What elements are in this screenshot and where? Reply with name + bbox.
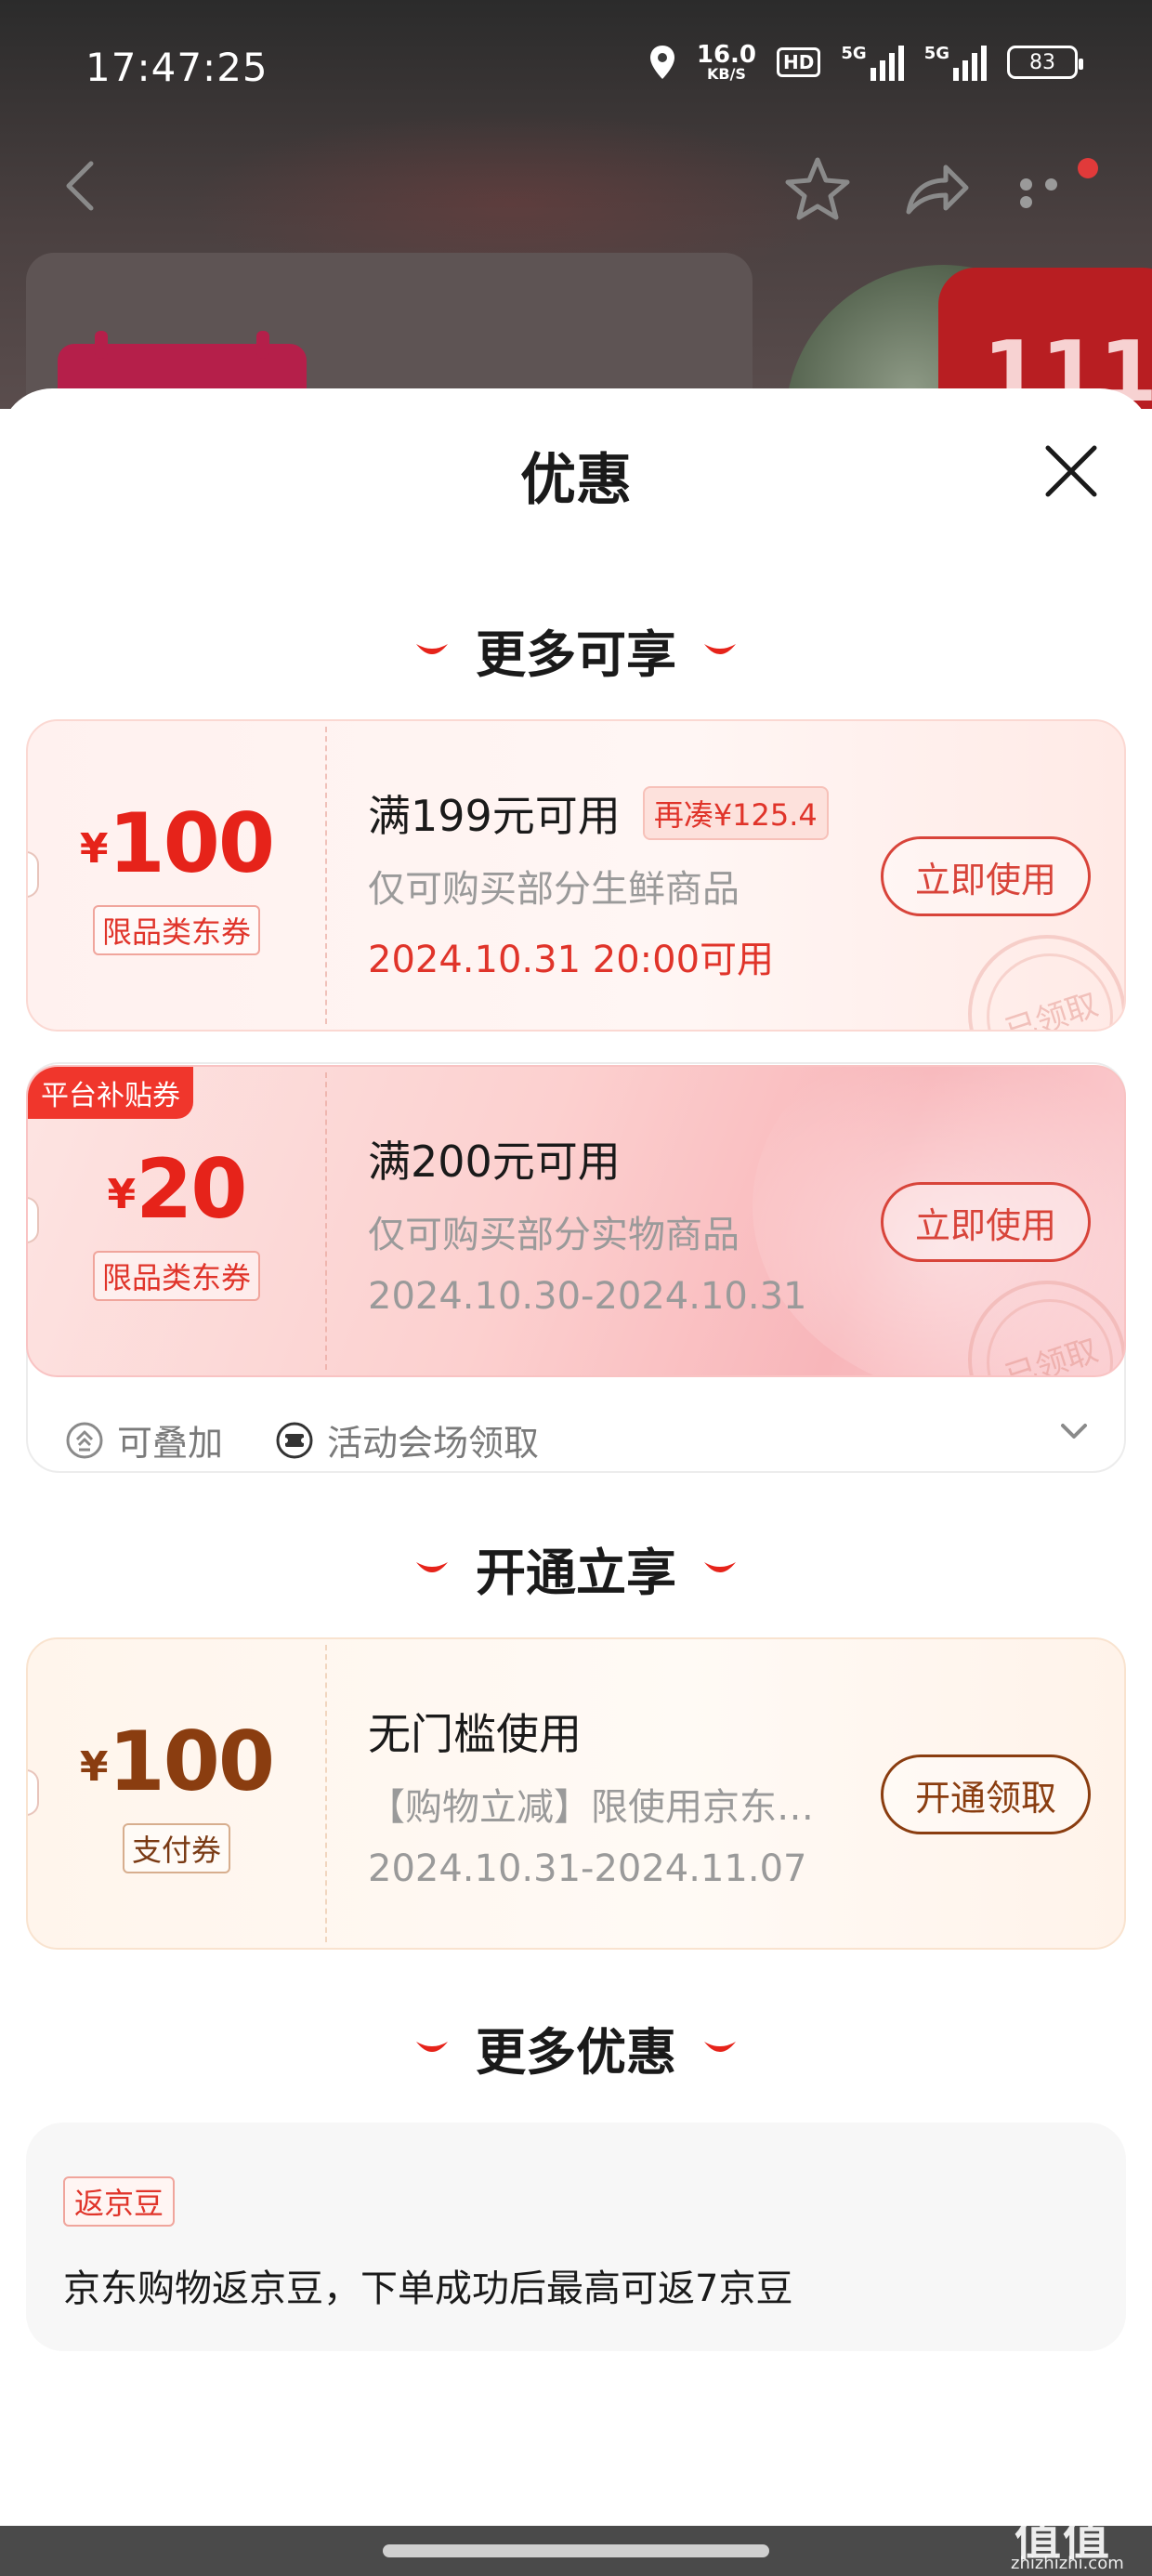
smile-arc-icon: [416, 1561, 448, 1572]
network-speed: 16.0 KB/S: [696, 41, 757, 83]
stackable-label: 可叠加: [117, 1423, 224, 1464]
status-bar: 17:47:25 16.0 KB/S HD 5G 5G 83: [0, 0, 1152, 130]
coupon-card: ¥100 支付券 无门槛使用 【购物立减】限使用京东… 2024.10.31-2…: [26, 1637, 1126, 1950]
platform-subsidy-tag: 平台补贴券: [28, 1067, 193, 1119]
product-nav-bar: [0, 139, 1152, 232]
status-time: 17:47:25: [85, 45, 268, 90]
stack-info-row: 可叠加 活动会场领取: [65, 1414, 539, 1465]
favorite-star-icon[interactable]: [782, 154, 853, 225]
notification-dot: [1078, 158, 1098, 178]
coupon-divider: [325, 1645, 327, 1942]
section-title: 更多优惠: [476, 2023, 676, 2082]
coupon-card: 平台补贴券 ¥20 限品类东券 满200元可用 仅可购买部分实物商品 2024.…: [26, 1065, 1126, 1377]
more-dots-icon[interactable]: [1020, 177, 1094, 208]
claimed-stamp: 已领取: [968, 935, 1124, 1030]
smile-arc-icon: [416, 2041, 448, 2052]
smile-arc-icon: [704, 2041, 736, 2052]
jd-bean-tag: 返京豆: [63, 2176, 176, 2227]
smile-arc-icon: [416, 643, 448, 654]
coupon-description: 【购物立减】限使用京东…: [368, 1786, 814, 1829]
section-title: 更多可享: [476, 625, 676, 684]
chevron-down-icon[interactable]: [1055, 1420, 1093, 1442]
section-more-discounts: 更多优惠: [0, 2011, 1152, 2084]
jd-bean-text: 京东购物返京豆，下单成功后最高可返7京豆: [63, 2267, 793, 2310]
signal-5g-icon: 5G: [924, 44, 987, 81]
coupon-amount: ¥100: [79, 795, 275, 891]
discount-sheet: 优惠 更多可享 ¥100 限品类东券 满199元可用 再凑¥125.4 仅可购买部…: [0, 388, 1152, 2576]
coupon-description: 仅可购买部分实物商品: [368, 1214, 740, 1256]
coupon-type-tag: 支付券: [28, 1823, 325, 1873]
smile-arc-icon: [704, 643, 736, 654]
claim-at-venue-label: 活动会场领取: [327, 1423, 540, 1464]
status-indicators: 16.0 KB/S HD 5G 5G 83: [648, 41, 1083, 83]
badge-hook: [256, 331, 269, 359]
smile-arc-icon: [704, 1561, 736, 1572]
coupon-date: 2024.10.31 20:00可用: [368, 939, 775, 981]
coupon-type-tag: 限品类东券: [28, 905, 325, 955]
coupon-extra-badge: 再凑¥125.4: [642, 786, 829, 840]
badge-hook: [95, 331, 108, 359]
battery-icon: 83: [1007, 46, 1083, 79]
use-now-button[interactable]: 立即使用: [881, 836, 1091, 916]
section-more-available: 更多可享: [0, 613, 1152, 687]
coupon-title: 满199元可用 再凑¥125.4: [368, 782, 829, 844]
coupon-date: 2024.10.30-2024.10.31: [368, 1275, 807, 1318]
hd-voice-icon: HD: [777, 47, 821, 77]
coupon-card: ¥100 限品类东券 满199元可用 再凑¥125.4 仅可购买部分生鲜商品 20…: [26, 719, 1126, 1032]
home-indicator[interactable]: [383, 2544, 769, 2557]
back-icon[interactable]: [58, 158, 104, 214]
coupon-divider: [325, 1072, 327, 1370]
backdrop-product-page: 111 17:47:25 16.0 KB/S HD 5G 5G 83: [0, 0, 1152, 409]
sheet-title: 优惠: [520, 448, 632, 513]
signal-5g-icon: 5G: [841, 44, 904, 81]
coupon-title: 满200元可用: [368, 1137, 621, 1187]
coupon-date: 2024.10.31-2024.11.07: [368, 1847, 807, 1890]
share-icon[interactable]: [901, 156, 972, 221]
section-open-enjoy: 开通立享: [0, 1531, 1152, 1605]
ticket-icon: [276, 1422, 313, 1458]
coupon-amount: ¥20: [107, 1141, 247, 1237]
coupon-type-tag: 限品类东券: [28, 1251, 325, 1301]
jd-bean-card: 返京豆 京东购物返京豆，下单成功后最高可返7京豆: [26, 2123, 1126, 2351]
watermark-url: zhizhizhi.com: [1011, 2554, 1124, 2573]
location-icon: [649, 46, 674, 79]
stack-icon: [66, 1422, 103, 1458]
section-title: 开通立享: [476, 1544, 676, 1602]
coupon-divider: [325, 727, 327, 1024]
coupon-title: 无门槛使用: [368, 1709, 582, 1759]
close-icon[interactable]: [1039, 439, 1104, 504]
use-now-button[interactable]: 立即使用: [881, 1182, 1091, 1262]
open-and-claim-button[interactable]: 开通领取: [881, 1755, 1091, 1834]
coupon-description: 仅可购买部分生鲜商品: [368, 868, 740, 911]
coupon-amount: ¥100: [79, 1714, 275, 1809]
